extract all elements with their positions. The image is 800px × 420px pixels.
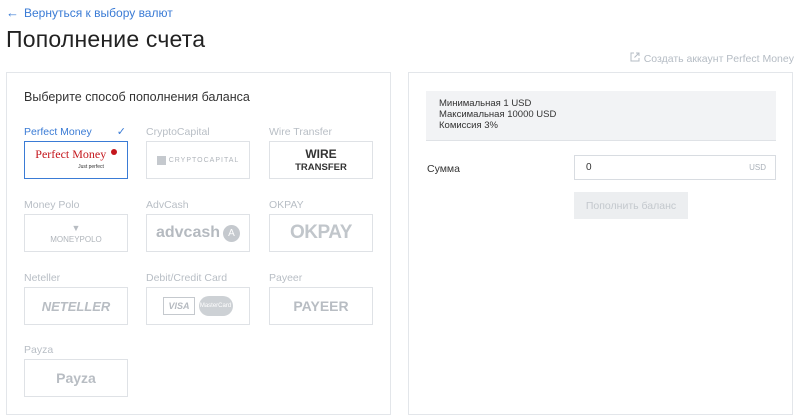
method-cryptocapital[interactable]: CryptoCapital CRYPTOCAPITAL	[146, 125, 250, 179]
back-link[interactable]: ← Вернуться к выбору валют	[6, 6, 173, 20]
advcash-logo[interactable]: advcash A	[146, 214, 250, 252]
deposit-panel: Минимальная 1 USD Максимальная 10000 USD…	[408, 72, 793, 415]
logo-text: Perfect Money	[35, 146, 107, 161]
deposit-button[interactable]: Пополнить баланс	[574, 192, 688, 219]
logo-text: PAYEER	[293, 298, 349, 314]
neteller-logo[interactable]: NETELLER	[24, 287, 128, 325]
cryptocapital-mark-icon	[156, 155, 166, 165]
create-account-label: Создать аккаунт Perfect Money	[643, 52, 794, 65]
limits-info-box: Минимальная 1 USD Максимальная 10000 USD…	[426, 91, 776, 141]
payza-logo[interactable]: Payza	[24, 359, 128, 397]
method-label: Perfect Money	[24, 125, 92, 138]
page-title: Пополнение счета	[6, 26, 206, 52]
mastercard-icon: MasterCard	[198, 296, 233, 316]
method-label: Neteller	[24, 271, 61, 284]
payment-methods-panel: Выберите способ пополнения баланса Perfe…	[6, 72, 391, 415]
external-link-icon	[630, 52, 640, 65]
method-label: AdvCash	[146, 198, 189, 211]
okpay-logo[interactable]: OKPAY	[269, 214, 373, 252]
logo-text: Payza	[56, 370, 96, 386]
currency-suffix: USD	[749, 163, 766, 172]
logo-text: NETELLER	[41, 298, 111, 314]
method-payeer[interactable]: Payeer PAYEER	[269, 271, 373, 325]
back-link-label: Вернуться к выбору валют	[24, 6, 173, 20]
method-label: OKPAY	[269, 198, 304, 211]
card-logo[interactable]: VISA MasterCard	[146, 287, 250, 325]
method-neteller[interactable]: Neteller NETELLER	[24, 271, 128, 325]
method-label: Debit/Credit Card	[146, 271, 228, 284]
max-limit-text: Максимальная 10000 USD	[439, 109, 557, 120]
moneypolo-mark-icon: ▼	[71, 222, 81, 233]
methods-heading: Выберите способ пополнения баланса	[24, 90, 250, 104]
method-money-polo[interactable]: Money Polo ▼ MONEYPOLO	[24, 198, 128, 252]
perfect-money-logo[interactable]: Perfect Money Just perfect	[24, 141, 128, 179]
visa-icon: VISA	[163, 297, 195, 315]
check-icon: ✓	[116, 126, 126, 138]
method-advcash[interactable]: AdvCash advcash A	[146, 198, 250, 252]
create-account-link[interactable]: Создать аккаунт Perfect Money	[630, 52, 794, 65]
logo-subtext: Just perfect	[78, 163, 104, 170]
advcash-mark-icon: A	[223, 224, 241, 242]
method-label: Payza	[24, 343, 54, 356]
amount-label: Сумма	[427, 163, 460, 175]
logo-text: advcash	[155, 224, 221, 241]
logo-subtext: TRANSFER	[295, 161, 347, 173]
logo-text: CRYPTOCAPITAL	[168, 156, 240, 164]
method-label: Money Polo	[24, 198, 80, 211]
method-label: Wire Transfer	[269, 125, 333, 138]
amount-input-wrapper: USD	[574, 155, 776, 180]
amount-input[interactable]	[586, 162, 726, 173]
logo-text: MONEYPOLO	[50, 234, 102, 244]
method-perfect-money[interactable]: Perfect Money ✓ Perfect Money Just perfe…	[24, 125, 128, 179]
method-debit-credit-card[interactable]: Debit/Credit Card VISA MasterCard	[146, 271, 250, 325]
pm-dot-icon	[110, 148, 117, 155]
wire-transfer-logo[interactable]: WIRE TRANSFER	[269, 141, 373, 179]
method-label: Payeer	[269, 271, 303, 284]
method-okpay[interactable]: OKPAY OKPAY	[269, 198, 373, 252]
method-wire-transfer[interactable]: Wire Transfer WIRE TRANSFER	[269, 125, 373, 179]
cryptocapital-logo[interactable]: CRYPTOCAPITAL	[146, 141, 250, 179]
logo-text: OKPAY	[290, 222, 352, 243]
moneypolo-logo[interactable]: ▼ MONEYPOLO	[24, 214, 128, 252]
fee-text: Комиссия 3%	[439, 120, 498, 131]
payeer-logo[interactable]: PAYEER	[269, 287, 373, 325]
arrow-left-icon: ←	[6, 5, 19, 20]
logo-text: WIRE	[305, 146, 337, 161]
method-payza[interactable]: Payza Payza	[24, 343, 128, 397]
method-label: CryptoCapital	[146, 125, 210, 138]
min-limit-text: Минимальная 1 USD	[439, 98, 532, 109]
